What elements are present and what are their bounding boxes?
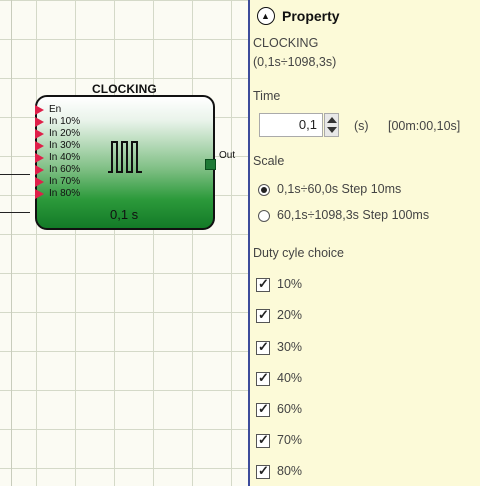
component-name: CLOCKING [253,36,319,50]
input-arrow-icon [35,153,44,163]
duty-label-30: 30% [277,340,303,354]
duty-label-10: 10% [277,277,303,291]
input-arrow-icon [35,141,44,151]
spin-down-icon[interactable] [327,127,337,133]
scale-label: Scale [253,154,285,168]
input-arrow-icon [35,177,44,187]
duty-checkbox-70[interactable]: ✓ [256,432,270,448]
duty-checkbox-20[interactable]: ✓ [256,307,270,323]
duty-checkbox-40[interactable]: ✓ [256,370,270,386]
connection-line-upper [0,174,30,175]
diagram-canvas[interactable] [0,0,248,486]
scale-option-slow: 60,1s÷1098,3s Step 100ms [277,208,430,222]
duty-checkbox-30[interactable]: ✓ [256,339,270,355]
duty-label-60: 60% [277,402,303,416]
scale-radio-slow[interactable] [258,210,270,222]
time-formatted: [00m:00,10s] [388,119,461,133]
square-wave-icon [108,141,142,173]
check-icon: ✓ [258,370,269,385]
check-icon: ✓ [258,307,269,322]
duty-checkbox-80[interactable]: ✓ [256,463,270,479]
time-unit: (s) [354,119,369,133]
duty-checkbox-10[interactable]: ✓ [256,276,270,292]
duty-label-70: 70% [277,433,303,447]
time-label: Time [253,89,281,103]
output-port[interactable] [205,159,216,170]
input-arrow-icon [35,189,44,199]
input-arrow-icon [35,165,44,175]
check-icon: ✓ [258,432,269,447]
check-icon: ✓ [258,339,269,354]
connection-line-lower [0,212,30,213]
time-spinner[interactable] [324,113,339,137]
scale-radio-fast[interactable] [258,184,270,196]
scale-option-fast: 0,1s÷60,0s Step 10ms [277,182,402,196]
input-arrow-icon [35,129,44,139]
duty-cycle-label: Duty cyle choice [253,246,345,260]
panel-title: Property [282,8,340,24]
collapse-button[interactable]: ▲ [257,7,275,25]
check-icon: ✓ [258,276,269,291]
duty-label-40: 40% [277,371,303,385]
duty-label-20: 20% [277,308,303,322]
check-icon: ✓ [258,463,269,478]
property-panel: ▲ Property CLOCKING (0,1s÷1098,3s) Time … [250,0,480,486]
canvas-border [11,0,12,486]
component-range: (0,1s÷1098,3s) [253,55,337,69]
block-title: CLOCKING [92,82,157,96]
chevron-up-icon: ▲ [261,11,270,21]
time-input[interactable]: 0,1 [259,113,323,137]
output-label: Out [219,150,236,161]
spin-up-icon[interactable] [327,117,337,123]
block-value: 0,1 s [110,207,139,222]
check-icon: ✓ [258,401,269,416]
input-arrow-icon [35,105,44,115]
duty-label-80: 80% [277,464,303,478]
duty-checkbox-60[interactable]: ✓ [256,401,270,417]
input-arrow-icon [35,117,44,127]
